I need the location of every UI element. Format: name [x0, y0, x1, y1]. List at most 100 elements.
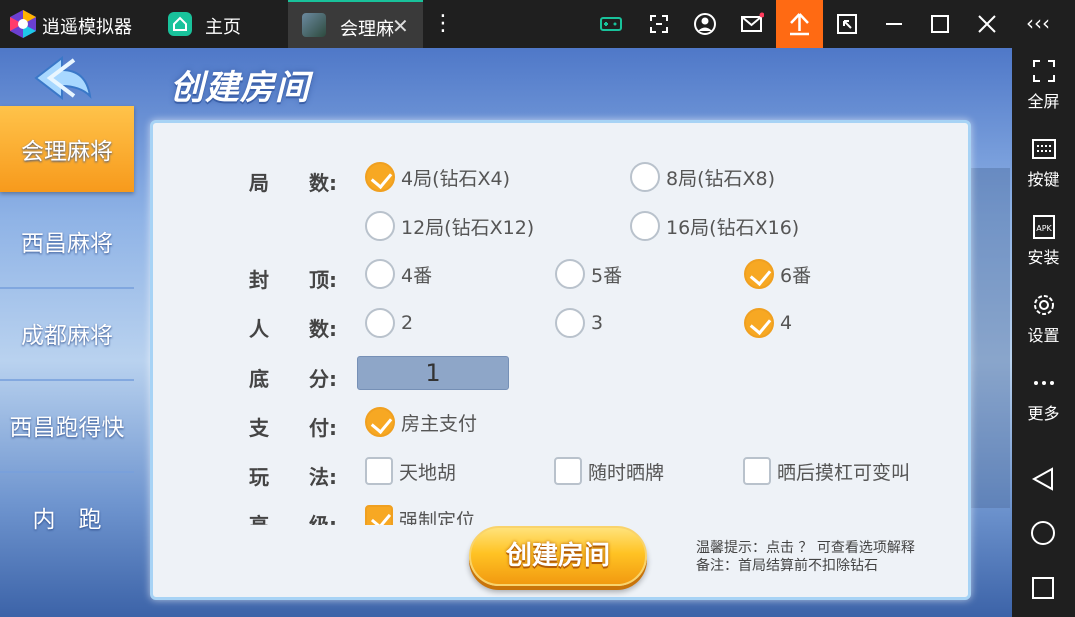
more-dots-icon: [1033, 381, 1054, 385]
tab-game-label: 会理麻: [340, 19, 394, 40]
sidebar-item-fullscreen[interactable]: 全屏: [1012, 58, 1075, 112]
option-rounds-4[interactable]: 4局(钻石X4): [365, 162, 510, 192]
option-rounds-16[interactable]: 16局(钻石X16): [630, 211, 799, 241]
radio-checked[interactable]: [744, 259, 774, 289]
recent-apps-icon[interactable]: [1030, 575, 1056, 601]
sidebar-item-keymap[interactable]: 按键: [1012, 136, 1075, 190]
radio-checked[interactable]: [365, 162, 395, 192]
create-room-button[interactable]: 创建房间: [469, 526, 647, 586]
option-rule-change-call[interactable]: 晒后摸杠可变叫: [743, 457, 910, 485]
tab-divider: [0, 471, 134, 473]
tab-huili-mahjong[interactable]: 会理麻将: [0, 106, 134, 192]
collapse-sidebar-icon[interactable]: ‹‹‹: [1026, 11, 1050, 35]
close-tab-icon[interactable]: ✕: [392, 14, 409, 38]
option-label: 房主支付: [401, 412, 478, 435]
option-players-3[interactable]: 3: [555, 308, 603, 338]
checkbox-unchecked[interactable]: [365, 457, 393, 485]
tip-text: 温馨提示：点击 ？ 可查看选项解释: [696, 540, 915, 556]
checkbox-checked[interactable]: [365, 505, 393, 525]
gamepad-icon[interactable]: [599, 12, 623, 36]
option-rule-tiandihu[interactable]: 天地胡: [365, 457, 456, 485]
game-screen: 创建房间 会理麻将 西昌麻将 成都麻将 西昌跑得快 内 跑 局 数: 4局(钻石…: [0, 48, 1012, 617]
advanced-label: 高 级:: [249, 513, 337, 525]
sidebar-label: 设置: [1027, 326, 1060, 345]
option-rule-show-anytime[interactable]: 随时晒牌: [554, 457, 664, 485]
option-players-4[interactable]: 4: [744, 308, 792, 338]
radio-checked[interactable]: [744, 308, 774, 338]
base-score-field[interactable]: 1: [357, 356, 509, 390]
option-rounds-8[interactable]: 8局(钻石X8): [630, 162, 775, 192]
rules-label: 玩 法:: [249, 465, 337, 489]
sidebar-label: 更多: [1027, 404, 1060, 423]
radio-checked[interactable]: [365, 407, 395, 437]
checkbox-unchecked[interactable]: [743, 457, 771, 485]
option-label: 8局(钻石X8): [666, 167, 776, 190]
svg-text:APK: APK: [1036, 224, 1052, 233]
sidebar-item-install[interactable]: APK 安装: [1012, 214, 1075, 268]
option-label: 随时晒牌: [588, 461, 665, 484]
option-label: 3: [591, 312, 604, 334]
fullscreen-icon: [1032, 60, 1055, 82]
option-label: 强制定位: [399, 509, 476, 526]
radio-unchecked[interactable]: [555, 308, 585, 338]
tab-xichang-mahjong[interactable]: 西昌麻将: [0, 198, 134, 284]
minimize-icon[interactable]: [882, 12, 906, 36]
tab-chengdu-mahjong[interactable]: 成都麻将: [0, 290, 134, 376]
app-name: 逍遥模拟器: [42, 17, 132, 38]
option-players-2[interactable]: 2: [365, 308, 413, 338]
back-triangle-icon[interactable]: [1030, 466, 1056, 492]
apk-icon: APK: [1032, 215, 1055, 239]
title-bar: 逍遥模拟器 主页 会理麻 ✕ ⋮ ‹‹‹: [0, 0, 1075, 48]
option-label: 4: [780, 312, 793, 334]
home-circle-icon[interactable]: [1030, 520, 1056, 546]
keyboard-icon: [1031, 139, 1056, 159]
option-label: 天地胡: [399, 461, 457, 484]
sidebar-item-settings[interactable]: 设置: [1012, 292, 1075, 346]
tab-xichang-paodekuai[interactable]: 西昌跑得快: [0, 382, 134, 468]
home-tab-label[interactable]: 主页: [205, 13, 241, 39]
option-label: 12局(钻石X12): [401, 216, 535, 239]
back-arrow-icon[interactable]: [32, 56, 94, 100]
option-cap-6[interactable]: 6番: [744, 259, 811, 289]
mail-icon[interactable]: [740, 12, 764, 36]
more-menu-icon[interactable]: ⋮: [432, 10, 454, 38]
multi-window-icon[interactable]: [835, 12, 859, 36]
checkbox-unchecked[interactable]: [554, 457, 582, 485]
tab-divider: [0, 287, 134, 289]
option-label: 4局(钻石X4): [401, 167, 511, 190]
upload-button[interactable]: [776, 0, 823, 48]
payment-label: 支 付:: [249, 416, 337, 440]
upload-icon: [790, 13, 809, 36]
cap-label: 封 顶:: [249, 268, 337, 292]
option-label: 2: [401, 312, 414, 334]
tab-divider: [0, 379, 134, 381]
option-cap-5[interactable]: 5番: [555, 259, 622, 289]
option-label: 5番: [591, 264, 623, 287]
radio-unchecked[interactable]: [365, 211, 395, 241]
note-text: 备注：首局结算前不扣除钻石: [696, 558, 878, 574]
option-label: 6番: [780, 264, 812, 287]
maximize-icon[interactable]: [928, 12, 952, 36]
options-scroll-area[interactable]: 局 数: 4局(钻石X4) 8局(钻石X8) 12局(钻石X12) 16局(钻石…: [153, 123, 968, 525]
option-force-location[interactable]: 强制定位: [365, 505, 475, 525]
tab-neipao[interactable]: 内 跑: [0, 474, 134, 560]
radio-unchecked[interactable]: [630, 162, 660, 192]
radio-unchecked[interactable]: [630, 211, 660, 241]
rounds-label: 局 数:: [249, 171, 337, 195]
option-rounds-12[interactable]: 12局(钻石X12): [365, 211, 534, 241]
user-account-icon[interactable]: [693, 12, 717, 36]
screenshot-icon[interactable]: [647, 12, 671, 36]
radio-unchecked[interactable]: [365, 259, 395, 289]
radio-unchecked[interactable]: [365, 308, 395, 338]
option-cap-4[interactable]: 4番: [365, 259, 432, 289]
option-pay-host[interactable]: 房主支付: [365, 407, 477, 437]
sidebar-item-more[interactable]: 更多: [1012, 370, 1075, 424]
tab-game[interactable]: 会理麻 ✕: [288, 0, 423, 48]
players-label: 人 数:: [249, 317, 337, 341]
radio-unchecked[interactable]: [555, 259, 585, 289]
create-room-panel: 局 数: 4局(钻石X4) 8局(钻石X8) 12局(钻石X12) 16局(钻石…: [150, 120, 971, 600]
gear-icon: [1033, 295, 1054, 315]
option-label: 晒后摸杠可变叫: [777, 461, 911, 484]
close-window-icon[interactable]: [975, 12, 999, 36]
home-icon[interactable]: [168, 12, 192, 36]
